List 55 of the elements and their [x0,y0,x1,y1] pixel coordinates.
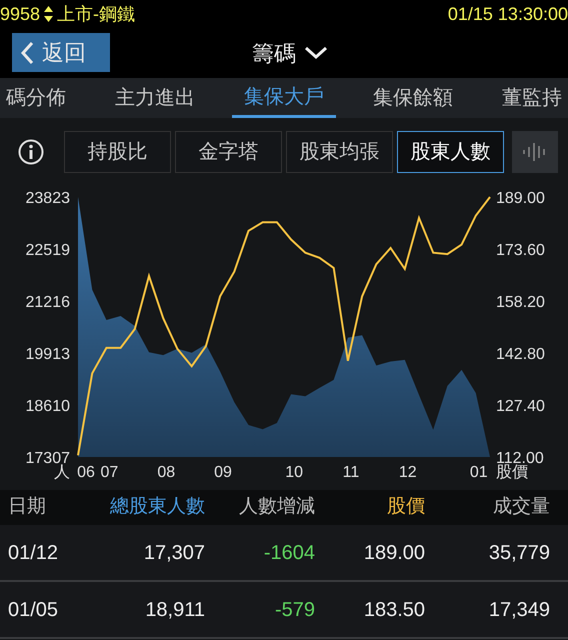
table-cell-text: 18,911 [144,598,205,622]
table-cell-text: -579 [274,598,315,622]
table-cell-text: -1604 [262,540,315,566]
axis-label: 07 [100,464,118,481]
axis-label: 189.00 [496,190,545,207]
market-label: 上市-鋼鐵 [57,3,136,26]
chevron-down-icon[interactable] [304,46,328,60]
axis-label: 11 [342,464,360,481]
table-cell-text: 17,307 [142,540,205,566]
segment-button[interactable]: 股東均張 [286,130,393,172]
tab[interactable]: 集保大戶 [232,78,336,118]
axis-label: 142.80 [496,346,545,363]
axis-label: 10 [285,464,303,481]
axis-label: 127.40 [496,398,545,415]
axis-label: 08 [157,464,176,481]
column-header: 股價 [386,495,425,520]
datetime: 01/15 13:30:00 [448,3,568,26]
axis-label: 19913 [26,346,70,364]
axis-label: 23823 [26,190,70,207]
segment-button[interactable]: 金字塔 [175,130,282,172]
column-header: 成交量 [492,495,550,520]
info-icon[interactable] [18,138,44,164]
table-cell-text: 189.00 [362,540,425,566]
column-header: 人數增減 [238,495,315,520]
axis-title: 人 [54,464,70,481]
back-button[interactable]: 返回 [12,33,110,72]
axis-label: 01 [470,464,488,481]
axis-label: 17307 [26,450,70,467]
tab[interactable]: 董監持 [490,78,568,118]
table-cell-text: 17,349 [488,598,550,622]
axis-label: 173.60 [496,242,545,259]
axis-label: 09 [214,464,232,481]
segment-button[interactable]: 持股比 [64,130,171,172]
waveform-button[interactable] [512,130,558,172]
table-cell-text: 183.50 [362,598,425,622]
stock-code: 9958 [0,3,40,26]
axis-label: 18610 [26,398,70,415]
column-header: 總股東人數 [109,495,205,520]
axis-label: 06 [77,464,95,481]
tab[interactable]: 碼分佈 [0,78,78,118]
table-cell-text: 35,779 [488,540,550,566]
axis-label: 12 [398,464,417,481]
axis-label: 22519 [26,242,70,260]
page-title[interactable]: 籌碼 [252,36,296,70]
axis-label: 158.20 [496,294,545,311]
segment-button[interactable]: 股東人數 [397,130,504,172]
updown-arrow-icon [44,6,54,22]
tab[interactable]: 主力進出 [103,78,207,118]
table-cell-text: 01/12 [7,540,60,566]
axis-label: 21216 [26,294,70,312]
chevron-left-icon [20,40,34,64]
table-cell-text: 01/05 [7,598,60,622]
waveform-icon [522,142,548,162]
column-header: 日期 [7,495,47,520]
tab[interactable]: 集保餘額 [361,78,465,118]
